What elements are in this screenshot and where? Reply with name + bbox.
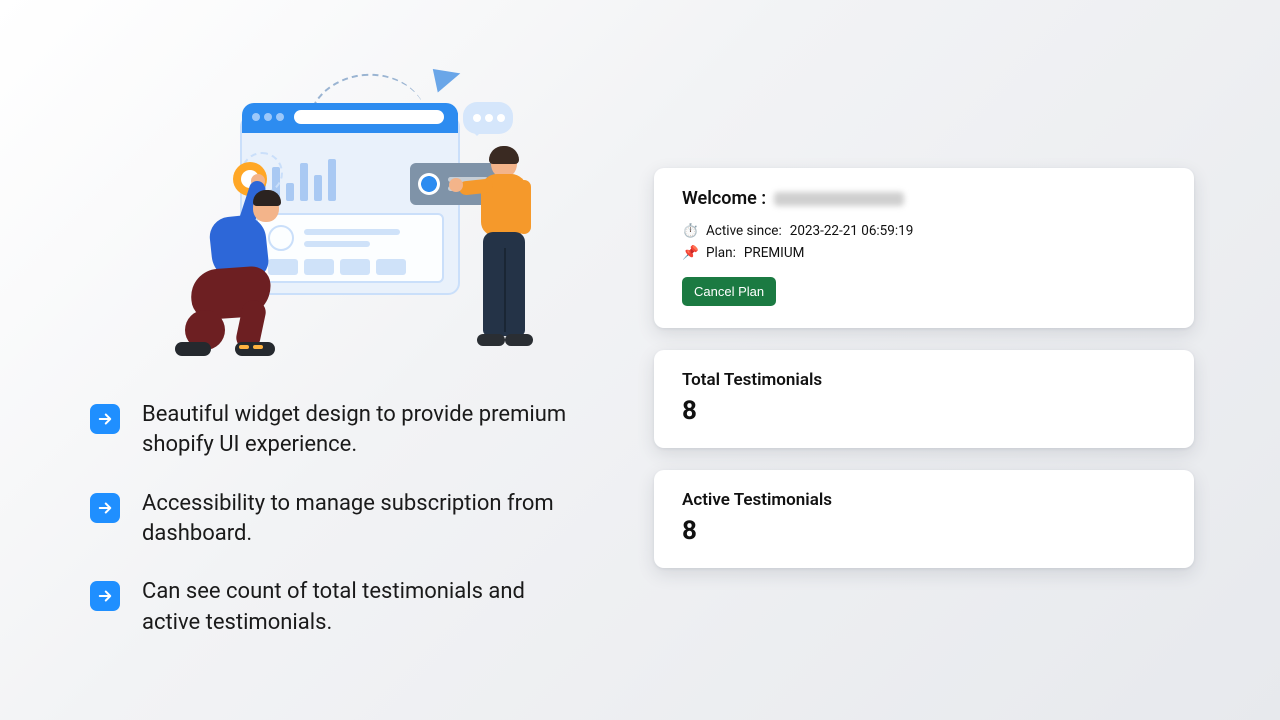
welcome-card: Welcome : ⏱️ Active since: 2023-22-21 06… [654, 168, 1194, 328]
plan-label: Plan: [706, 245, 736, 261]
cancel-plan-button[interactable]: Cancel Plan [682, 277, 776, 306]
total-testimonials-label: Total Testimonials [682, 370, 1166, 390]
hero-illustration [165, 60, 525, 360]
welcome-label: Welcome : [682, 188, 766, 209]
feature-list: Beautiful widget design to provide premi… [90, 400, 600, 638]
arrow-right-icon [90, 404, 120, 434]
total-testimonials-card: Total Testimonials 8 [654, 350, 1194, 448]
active-since-label: Active since: [706, 223, 782, 239]
paper-plane-icon [433, 64, 463, 93]
feature-text: Can see count of total testimonials and … [142, 577, 572, 638]
feature-item: Can see count of total testimonials and … [90, 577, 600, 638]
dashboard-right-pane: Welcome : ⏱️ Active since: 2023-22-21 06… [654, 168, 1194, 590]
person-kneeling-illustration [169, 182, 309, 356]
active-testimonials-card: Active Testimonials 8 [654, 470, 1194, 568]
active-since-row: ⏱️ Active since: 2023-22-21 06:59:19 [682, 223, 1166, 239]
feature-item: Beautiful widget design to provide premi… [90, 400, 600, 461]
plan-value: PREMIUM [744, 245, 805, 261]
active-testimonials-value: 8 [682, 516, 1166, 546]
feature-text: Accessibility to manage subscrip­tion fr… [142, 489, 572, 550]
plan-row: 📌 Plan: PREMIUM [682, 245, 1166, 261]
arrow-right-icon [90, 493, 120, 523]
speech-bubble-icon [463, 102, 513, 134]
feature-text: Beautiful widget design to provide premi… [142, 400, 572, 461]
store-name-redacted [774, 192, 904, 206]
marketing-left-pane: Beautiful widget design to provide premi… [90, 60, 600, 666]
person-standing-illustration [477, 150, 557, 360]
feature-item: Accessibility to manage subscrip­tion fr… [90, 489, 600, 550]
arrow-right-icon [90, 581, 120, 611]
total-testimonials-value: 8 [682, 396, 1166, 426]
active-since-value: 2023-22-21 06:59:19 [790, 223, 914, 239]
stopwatch-icon: ⏱️ [682, 223, 698, 239]
active-testimonials-label: Active Testimonials [682, 490, 1166, 510]
plan-icon: 📌 [682, 245, 698, 261]
